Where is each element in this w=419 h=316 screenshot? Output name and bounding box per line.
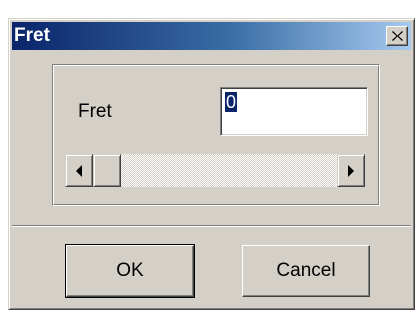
close-icon (392, 31, 403, 41)
ok-button[interactable]: OK (65, 244, 195, 298)
arrow-left-icon (76, 165, 82, 177)
separator (12, 225, 411, 227)
scroll-thumb[interactable] (93, 154, 121, 187)
fret-group-box: Fret 0 (52, 64, 380, 206)
fret-label: Fret (78, 101, 112, 122)
arrow-right-icon (348, 165, 354, 177)
scroll-right-button[interactable] (337, 154, 365, 187)
scroll-left-button[interactable] (65, 154, 93, 187)
fret-input[interactable]: 0 (220, 87, 368, 136)
window-title: Fret (14, 25, 50, 46)
cancel-button[interactable]: Cancel (242, 245, 370, 297)
fret-input-value: 0 (225, 92, 238, 112)
fret-dialog: Fret Fret 0 OK Cancel (8, 18, 415, 310)
fret-scrollbar[interactable] (65, 154, 365, 187)
close-button[interactable] (386, 26, 408, 46)
title-bar[interactable]: Fret (12, 22, 411, 50)
